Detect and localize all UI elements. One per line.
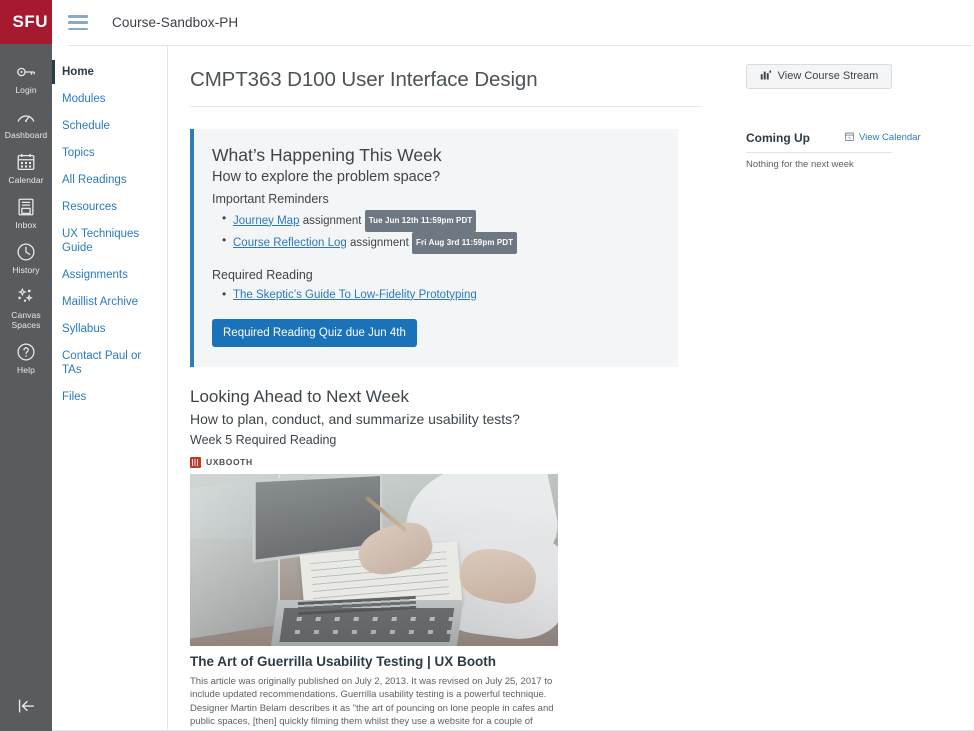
required-reading-quiz-button[interactable]: Required Reading Quiz due Jun 4th — [212, 318, 417, 347]
sidebar-item-assignments[interactable]: Assignments — [52, 263, 167, 287]
inbox-icon — [15, 196, 37, 218]
view-calendar-label: View Calendar — [859, 132, 921, 144]
coming-up-empty-text: Nothing for the next week — [746, 158, 854, 170]
title-divider — [190, 105, 702, 107]
important-reminders-label: Important Reminders — [212, 191, 329, 206]
sidebar-item-all-readings[interactable]: All Readings — [52, 168, 167, 192]
looking-ahead-section: Looking Ahead to Next Week How to plan, … — [190, 385, 690, 731]
looking-ahead-subheading: How to plan, conduct, and summarize usab… — [190, 410, 520, 427]
page-title: CMPT363 D100 User Interface Design — [190, 67, 538, 91]
global-nav-item-login[interactable]: Login — [0, 57, 52, 102]
required-reading-list: The Skeptic’s Guide To Low-Fidelity Prot… — [212, 285, 660, 304]
list-item: Course Reflection Log assignment Fri Aug… — [222, 231, 660, 254]
view-calendar-link[interactable]: 5 View Calendar — [844, 131, 921, 145]
body-area: Home Modules Schedule Topics All Reading… — [52, 45, 974, 731]
sidebar-item-modules[interactable]: Modules — [52, 87, 167, 111]
sidebar-item-schedule[interactable]: Schedule — [52, 114, 167, 138]
sidebar-item-topics[interactable]: Topics — [52, 141, 167, 165]
global-navigation: SFU Login Dashboard Calendar Inbox Histo… — [0, 0, 52, 731]
uxbooth-favicon-icon — [190, 456, 201, 468]
reminder-text: assignment — [350, 236, 409, 249]
global-nav-label: Inbox — [15, 220, 37, 230]
sparkles-icon — [15, 286, 37, 308]
collapse-left-icon[interactable] — [9, 693, 43, 719]
article-title[interactable]: The Art of Guerrilla Usability Testing |… — [190, 653, 558, 671]
global-nav-label: History — [12, 265, 40, 275]
sidebar-item-files[interactable]: Files — [52, 385, 167, 409]
hamburger-icon[interactable] — [68, 15, 88, 30]
list-item: The Skeptic’s Guide To Low-Fidelity Prot… — [222, 285, 660, 304]
week-card-subheading: How to explore the problem space? — [212, 168, 441, 185]
course-navigation: Home Modules Schedule Topics All Reading… — [52, 45, 168, 731]
right-sidebar: View Course Stream Coming Up 5 View Cale… — [724, 46, 974, 731]
due-date-badge: Tue Jun 12th 11:59pm PDT — [364, 209, 477, 232]
global-nav-item-history[interactable]: History — [0, 237, 52, 282]
article-thumbnail-image[interactable] — [190, 473, 558, 646]
global-nav-item-canvas-spaces[interactable]: Canvas Spaces — [0, 282, 52, 337]
embed-source-row: UXBOOTH — [190, 456, 690, 468]
breadcrumb[interactable]: Course-Sandbox-PH — [112, 15, 238, 30]
global-nav-item-help[interactable]: Help — [0, 337, 52, 382]
due-date-badge: Fri Aug 3rd 11:59pm PDT — [412, 231, 518, 254]
coming-up-divider — [746, 151, 892, 153]
main-content: CMPT363 D100 User Interface Design What’… — [168, 46, 724, 731]
view-course-stream-button[interactable]: View Course Stream — [746, 63, 892, 89]
key-icon — [15, 61, 37, 83]
global-nav-label: Help — [17, 365, 35, 375]
sidebar-item-maillist-archive[interactable]: Maillist Archive — [52, 290, 167, 314]
global-nav-item-dashboard[interactable]: Dashboard — [0, 102, 52, 147]
svg-text:5: 5 — [848, 136, 850, 140]
clock-icon — [15, 241, 37, 263]
sidebar-item-ux-techniques-guide[interactable]: UX Techniques Guide — [52, 222, 167, 260]
main-wrapper: CMPT363 D100 User Interface Design What’… — [168, 46, 974, 731]
global-nav-item-calendar[interactable]: Calendar — [0, 147, 52, 192]
calendar-small-icon: 5 — [844, 131, 855, 145]
looking-ahead-heading: Looking Ahead to Next Week — [190, 386, 409, 406]
coming-up-title: Coming Up — [746, 130, 810, 145]
global-nav-item-inbox[interactable]: Inbox — [0, 192, 52, 237]
journey-map-link[interactable]: Journey Map — [233, 215, 299, 227]
app-shell: Course-Sandbox-PH Home Modules Schedule … — [52, 0, 974, 731]
required-reading-label: Required Reading — [212, 267, 313, 282]
whats-happening-card: What’s Happening This Week How to explor… — [190, 128, 678, 367]
global-nav-label: Login — [15, 85, 37, 95]
view-course-stream-label: View Course Stream — [777, 70, 879, 83]
week-card-heading: What’s Happening This Week — [212, 144, 442, 165]
course-reflection-log-link[interactable]: Course Reflection Log — [233, 237, 347, 249]
global-nav-label: Dashboard — [4, 130, 48, 140]
global-nav-items: Login Dashboard Calendar Inbox History C… — [0, 44, 52, 382]
global-nav-label: Canvas Spaces — [11, 310, 41, 330]
list-item: Journey Map assignment Tue Jun 12th 11:5… — [222, 209, 660, 232]
skeptics-guide-link[interactable]: The Skeptic’s Guide To Low-Fidelity Prot… — [233, 289, 477, 301]
sidebar-item-syllabus[interactable]: Syllabus — [52, 317, 167, 341]
week5-required-reading-label: Week 5 Required Reading — [190, 432, 337, 447]
sidebar-item-resources[interactable]: Resources — [52, 195, 167, 219]
global-nav-label: Calendar — [8, 175, 44, 185]
article-description: This article was originally published on… — [190, 675, 554, 731]
canvas-course-home-page: SFU Login Dashboard Calendar Inbox Histo… — [0, 0, 974, 731]
calendar-icon — [15, 151, 37, 173]
reminders-list: Journey Map assignment Tue Jun 12th 11:5… — [212, 209, 660, 254]
top-bar: Course-Sandbox-PH — [52, 0, 974, 45]
question-circle-icon — [15, 341, 37, 363]
bar-chart-icon — [760, 69, 772, 84]
article-embed-card[interactable]: The Art of Guerrilla Usability Testing |… — [190, 473, 558, 731]
dashboard-icon — [15, 106, 37, 128]
embed-source-name: UXBOOTH — [206, 457, 253, 468]
reminder-text: assignment — [302, 214, 362, 227]
sidebar-item-contact-paul-or-tas[interactable]: Contact Paul or TAs — [52, 344, 167, 382]
coming-up-header: Coming Up 5 View Calendar — [746, 131, 970, 145]
sfu-logo[interactable]: SFU — [0, 0, 52, 44]
sidebar-item-home[interactable]: Home — [52, 59, 167, 84]
